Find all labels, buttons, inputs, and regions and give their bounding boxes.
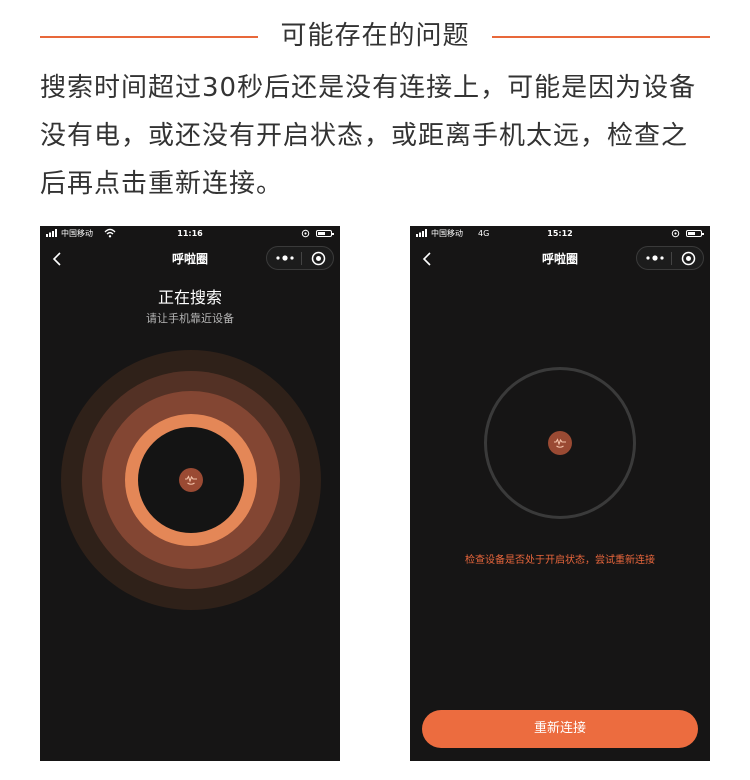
status-bar: 中国移动 4G 15:12 bbox=[410, 226, 710, 242]
section-header: 可能存在的问题 bbox=[0, 14, 750, 58]
header-divider-right bbox=[492, 36, 710, 38]
close-target-icon[interactable] bbox=[681, 251, 696, 266]
close-target-icon[interactable] bbox=[311, 251, 326, 266]
battery-icon bbox=[316, 230, 334, 237]
section-title: 可能存在的问题 bbox=[280, 21, 470, 51]
device-logo-icon bbox=[548, 431, 572, 455]
miniprogram-capsule bbox=[266, 246, 334, 270]
searching-heading: 正在搜索 bbox=[157, 288, 222, 307]
phone-screenshot-searching: 中国移动 11:16 呼啦圈 正在搜索 请让手机靠近设备 bbox=[40, 226, 340, 761]
search-radar bbox=[61, 350, 321, 610]
section-description: 搜索时间超过30秒后还是没有连接上，可能是因为设备没有电，或还没有开启状态，或距… bbox=[40, 73, 697, 199]
battery-icon bbox=[686, 230, 704, 237]
reconnect-button[interactable]: 重新连接 bbox=[422, 710, 698, 748]
phone-screenshot-retry: 中国移动 4G 15:12 呼啦圈 检查设备是否处于开启状态，尝试重新连接 重新… bbox=[410, 226, 710, 761]
more-dots-icon[interactable] bbox=[273, 249, 297, 267]
device-logo-icon bbox=[179, 468, 203, 492]
capsule-divider bbox=[671, 252, 672, 265]
status-bar: 中国移动 11:16 bbox=[40, 226, 340, 242]
miniprogram-capsule bbox=[636, 246, 704, 270]
nav-bar: 呼啦圈 bbox=[410, 246, 710, 272]
status-time: 15:12 bbox=[547, 229, 573, 238]
orientation-lock-icon bbox=[301, 229, 310, 238]
more-dots-icon[interactable] bbox=[643, 249, 667, 267]
header-divider-left bbox=[40, 36, 258, 38]
orientation-lock-icon bbox=[671, 229, 680, 238]
status-time: 11:16 bbox=[177, 229, 203, 238]
capsule-divider bbox=[301, 252, 302, 265]
searching-subheading: 请让手机靠近设备 bbox=[146, 312, 234, 325]
retry-hint-text: 检查设备是否处于开启状态，尝试重新连接 bbox=[465, 555, 655, 566]
idle-ring bbox=[484, 367, 636, 519]
nav-bar: 呼啦圈 bbox=[40, 246, 340, 272]
